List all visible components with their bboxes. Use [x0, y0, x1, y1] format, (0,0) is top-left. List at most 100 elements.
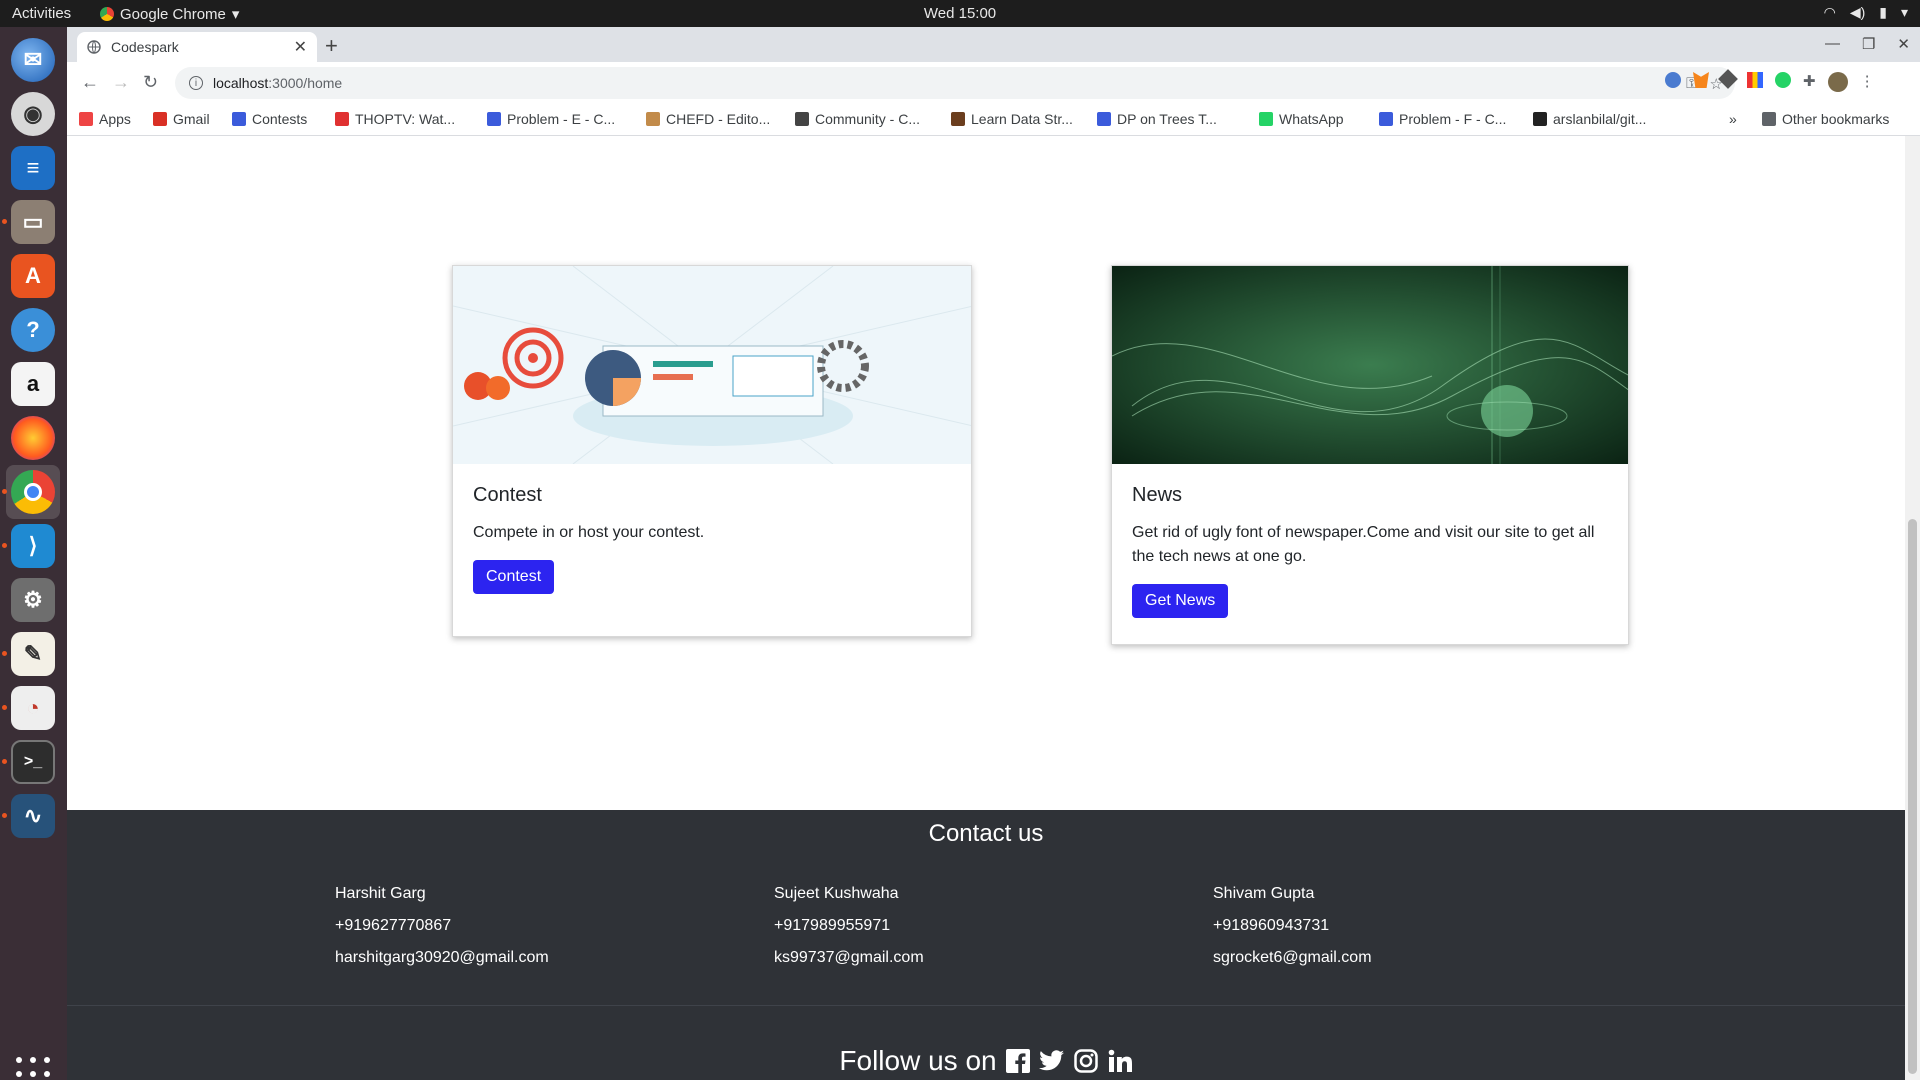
app-menu-label: Google Chrome [120, 5, 226, 23]
dock-settings[interactable]: ⚙ [6, 573, 60, 627]
settings-icon: ⚙ [11, 578, 55, 622]
chrome-icon [11, 470, 55, 514]
bookmark-item[interactable]: CHEFD - Edito... [646, 111, 770, 127]
back-icon[interactable]: ← [81, 72, 99, 93]
dock-software[interactable]: A [6, 249, 60, 303]
dock: ✉ ◉ ≡ ▭ A ? a ⟩ ⚙ ✎ ◔ >_ ∿ [0, 27, 67, 1080]
dock-mysql-workbench[interactable]: ∿ [2, 789, 60, 843]
mysql-workbench-icon: ∿ [11, 794, 55, 838]
dock-writer[interactable]: ≡ [6, 141, 60, 195]
terminal-icon: >_ [11, 740, 55, 784]
news-card-body: News Get rid of ugly font of newspaper.C… [1112, 464, 1628, 638]
forward-icon[interactable]: → [112, 72, 130, 93]
contact-phone: +917989955971 [774, 917, 891, 934]
contest-button[interactable]: Contest [473, 560, 555, 594]
chevron-down-icon: ▾ [231, 6, 240, 23]
bookmark-item[interactable]: THOPTV: Wat... [335, 111, 455, 127]
bookmark-favicon-icon [1533, 112, 1547, 126]
puzzle-icon[interactable]: ✚ [1803, 72, 1816, 92]
dock-amazon[interactable]: a [6, 357, 60, 411]
bookmark-item[interactable]: Learn Data Str... [951, 111, 1073, 127]
contest-card: Contest Compete in or host your contest.… [452, 265, 972, 637]
news-card: News Get rid of ugly font of newspaper.C… [1111, 265, 1629, 645]
card-title: Contest [473, 484, 542, 506]
contact-email: ks99737@gmail.com [774, 949, 924, 966]
dock-firefox[interactable] [6, 411, 60, 465]
contest-card-image [453, 266, 971, 464]
bookmark-item[interactable]: Contests [232, 111, 307, 127]
bookmark-label: Problem - F - C... [1399, 111, 1507, 127]
other-bookmarks[interactable]: Other bookmarks [1762, 111, 1889, 127]
clock[interactable]: Wed 15:00 [0, 5, 1920, 22]
twitter-icon[interactable] [1038, 1048, 1065, 1074]
bookmark-item[interactable]: Problem - E - C... [487, 111, 615, 127]
dock-text-editor[interactable]: ✎ [2, 627, 60, 681]
metamask-icon[interactable] [1693, 72, 1709, 88]
dock-vscode[interactable]: ⟩ [2, 519, 60, 573]
bookmark-favicon-icon [1097, 112, 1111, 126]
app-menu[interactable]: Google Chrome ▾ [100, 5, 239, 23]
address-bar[interactable]: i localhost:3000/home ⚿ ☆ [175, 67, 1735, 99]
scrollbar-thumb[interactable] [1908, 519, 1917, 1074]
contact-column: Harshit Garg +919627770867 harshitgarg30… [335, 878, 549, 974]
bookmark-item[interactable]: Apps [79, 111, 131, 127]
bookmark-item[interactable]: arslanbilal/git... [1533, 111, 1646, 127]
running-indicator [2, 219, 7, 224]
whatsapp-extension-icon[interactable] [1775, 72, 1791, 88]
dock-help[interactable]: ? [6, 303, 60, 357]
thunderbird-icon: ✉ [11, 38, 55, 82]
window-controls: — ❐ ✕ [1825, 35, 1910, 53]
page-scrollbar[interactable] [1905, 136, 1920, 1080]
bookmark-label: arslanbilal/git... [1553, 111, 1647, 127]
firefox-icon [11, 416, 55, 460]
help-icon: ? [11, 308, 55, 352]
contest-card-body: Contest Compete in or host your contest.… [453, 464, 971, 614]
cube-extension-icon[interactable] [1718, 69, 1738, 89]
system-tray[interactable]: ◠ ◀) ▮ ▾ [1824, 4, 1908, 21]
other-bookmarks-label: Other bookmarks [1782, 111, 1890, 127]
minimize-icon[interactable]: — [1825, 35, 1840, 53]
text-editor-icon: ✎ [11, 632, 55, 676]
writer-icon: ≡ [11, 146, 55, 190]
close-tab-icon[interactable]: ✕ [294, 37, 307, 57]
activities-button[interactable]: Activities [12, 5, 71, 22]
bookmark-label: Problem - E - C... [507, 111, 616, 127]
contact-name: Sujeet Kushwaha [774, 885, 899, 902]
extension-icon[interactable] [1665, 72, 1681, 88]
bookmark-item[interactable]: DP on Trees T... [1097, 111, 1217, 127]
get-news-button[interactable]: Get News [1132, 584, 1229, 618]
tab-codespark[interactable]: Codespark ✕ [77, 32, 317, 62]
bookmarks-overflow-button[interactable]: » [1729, 111, 1737, 127]
bookmark-item[interactable]: Gmail [153, 111, 210, 127]
bookmark-item[interactable]: Community - C... [795, 111, 920, 127]
running-indicator [2, 489, 7, 494]
bookmark-item[interactable]: Problem - F - C... [1379, 111, 1506, 127]
info-icon[interactable]: i [189, 76, 203, 90]
dock-terminal[interactable]: >_ [2, 735, 60, 789]
card-title: News [1132, 484, 1183, 506]
show-applications-icon[interactable] [16, 1057, 50, 1080]
close-window-icon[interactable]: ✕ [1897, 35, 1910, 53]
tab-strip: Codespark ✕ + — ❐ ✕ [67, 27, 1920, 62]
extensions-area: ✚ ⋮ [1665, 69, 1912, 92]
reload-icon[interactable]: ↻ [143, 72, 158, 93]
dock-document-viewer[interactable]: ◔ [2, 681, 60, 735]
running-indicator [2, 651, 7, 656]
dock-thunderbird[interactable]: ✉ [6, 33, 60, 87]
linkedin-icon[interactable] [1107, 1048, 1133, 1074]
bookmark-item[interactable]: WhatsApp [1259, 111, 1344, 127]
bookmark-label: THOPTV: Wat... [355, 111, 456, 127]
instagram-icon[interactable] [1073, 1048, 1099, 1074]
browser-window: Codespark ✕ + — ❐ ✕ ← → ↻ i localhost:30… [67, 27, 1920, 1080]
kebab-menu-icon[interactable]: ⋮ [1860, 72, 1875, 92]
dock-files[interactable]: ▭ [2, 195, 60, 249]
avatar[interactable] [1827, 72, 1848, 92]
contact-name: Shivam Gupta [1213, 885, 1315, 902]
document-viewer-icon: ◔ [11, 686, 55, 730]
facebook-icon[interactable] [1005, 1048, 1031, 1074]
dock-rhythmbox[interactable]: ◉ [6, 87, 60, 141]
dock-chrome[interactable] [2, 465, 60, 519]
bars-extension-icon[interactable] [1747, 72, 1763, 88]
restore-icon[interactable]: ❐ [1862, 35, 1875, 53]
new-tab-button[interactable]: + [325, 33, 338, 59]
